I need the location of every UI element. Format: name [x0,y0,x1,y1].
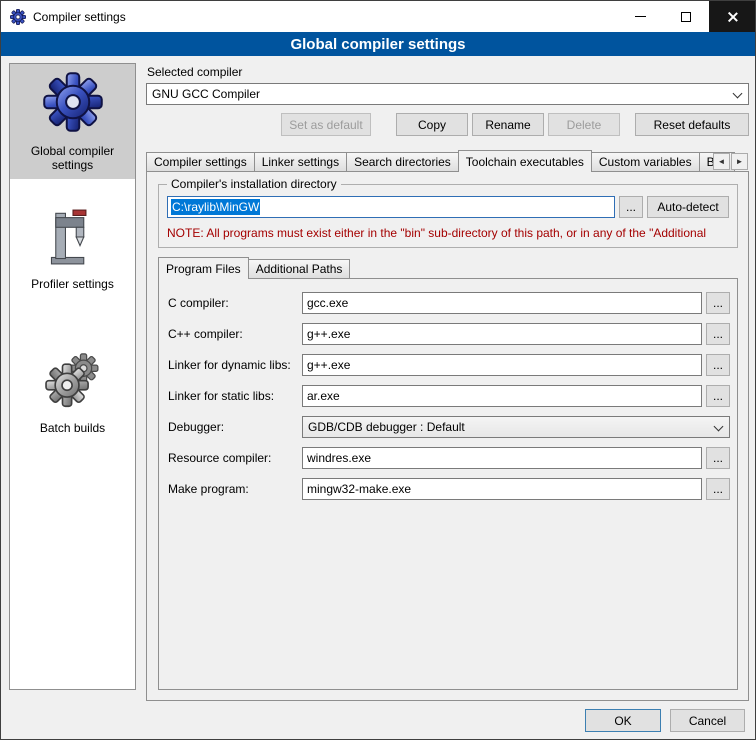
c-compiler-browse-button[interactable]: ... [706,292,730,314]
dynamic-linker-browse-button[interactable]: ... [706,354,730,376]
cpp-compiler-label: C++ compiler: [168,327,302,341]
close-icon [726,11,738,23]
compiler-tabbar: Compiler settings Linker settings Search… [146,150,749,172]
chevron-down-icon [714,422,724,432]
profiler-icon [46,209,100,265]
reset-defaults-button[interactable]: Reset defaults [635,113,749,136]
installation-directory-group: Compiler's installation directory C:\ray… [158,184,738,248]
batch-builds-icon [44,351,102,409]
minimize-icon [635,16,646,17]
sidebar-item-label: Batch builds [40,421,105,435]
cpp-compiler-browse-button[interactable]: ... [706,323,730,345]
copy-button[interactable]: Copy [396,113,468,136]
selected-compiler-value: GNU GCC Compiler [152,87,260,101]
sidebar-item-label: Profiler settings [31,277,114,291]
tab-scroll-right-button[interactable]: ► [731,153,748,170]
set-as-default-button[interactable]: Set as default [281,113,371,136]
rename-button[interactable]: Rename [472,113,544,136]
tab-search-directories[interactable]: Search directories [346,152,459,171]
debugger-label: Debugger: [168,420,302,434]
sidebar-item-batch-builds[interactable]: Batch builds [10,343,135,442]
page-title: Global compiler settings [1,32,755,56]
app-icon [10,9,26,25]
close-button[interactable] [709,1,755,32]
tab-scroll-controls: ◄ ► [712,153,748,170]
delete-button[interactable]: Delete [548,113,620,136]
sidebar-item-profiler-settings[interactable]: Profiler settings [10,201,135,298]
scroll-right-icon: ► [736,157,744,166]
window-controls [617,1,755,32]
window-title: Compiler settings [33,10,126,24]
toolchain-subtabbar: Program Files Additional Paths [158,257,350,279]
compiler-settings-window: Compiler settings Global compiler settin… [0,0,756,740]
maximize-icon [681,12,691,22]
form-row: Resource compiler: ... [168,447,730,469]
sidebar-item-label: Global compiler settings [12,144,133,172]
selected-compiler-select[interactable]: GNU GCC Compiler [146,83,749,105]
debugger-select[interactable]: GDB/CDB debugger : Default [302,416,730,438]
main-area: Selected compiler GNU GCC Compiler Set a… [146,63,749,701]
dynamic-linker-label: Linker for dynamic libs: [168,358,302,372]
installation-directory-browse-button[interactable]: ... [619,196,643,218]
ok-button[interactable]: OK [585,709,661,732]
maximize-button[interactable] [663,1,709,32]
resource-compiler-label: Resource compiler: [168,451,302,465]
chevron-down-icon [733,89,743,99]
cancel-button[interactable]: Cancel [670,709,745,732]
resource-compiler-browse-button[interactable]: ... [706,447,730,469]
sidebar-item-global-compiler-settings[interactable]: Global compiler settings [10,64,135,179]
settings-sidebar: Global compiler settings Profiler settin… [9,63,136,690]
debugger-value: GDB/CDB debugger : Default [308,420,465,434]
minimize-button[interactable] [617,1,663,32]
static-linker-browse-button[interactable]: ... [706,385,730,407]
titlebar: Compiler settings [1,1,755,32]
tab-toolchain-executables[interactable]: Toolchain executables [458,150,592,172]
resource-compiler-input[interactable] [302,447,702,469]
form-row: C compiler: ... [168,292,730,314]
auto-detect-button[interactable]: Auto-detect [647,196,729,218]
installation-directory-row: C:\raylib\MinGW ... Auto-detect [167,196,729,218]
tab-scroll-left-button[interactable]: ◄ [713,153,730,170]
installation-directory-legend: Compiler's installation directory [167,177,341,191]
tab-custom-variables[interactable]: Custom variables [591,152,700,171]
c-compiler-input[interactable] [302,292,702,314]
cpp-compiler-input[interactable] [302,323,702,345]
subtab-program-files[interactable]: Program Files [158,257,249,279]
tab-compiler-settings[interactable]: Compiler settings [146,152,255,171]
selected-compiler-label: Selected compiler [147,65,242,79]
global-compiler-gear-icon [43,72,103,132]
scroll-left-icon: ◄ [718,157,726,166]
make-program-browse-button[interactable]: ... [706,478,730,500]
toolchain-executables-panel: Compiler's installation directory C:\ray… [146,171,749,701]
subtab-additional-paths[interactable]: Additional Paths [248,259,351,278]
form-row: Debugger: GDB/CDB debugger : Default [168,416,730,438]
form-row: C++ compiler: ... [168,323,730,345]
static-linker-label: Linker for static libs: [168,389,302,403]
installation-directory-input[interactable]: C:\raylib\MinGW [167,196,615,218]
make-program-label: Make program: [168,482,302,496]
make-program-input[interactable] [302,478,702,500]
installation-directory-value: C:\raylib\MinGW [171,199,260,215]
tab-linker-settings[interactable]: Linker settings [254,152,347,171]
program-files-panel: C compiler: ... C++ compiler: ... Linker… [158,278,738,690]
dynamic-linker-input[interactable] [302,354,702,376]
static-linker-input[interactable] [302,385,702,407]
programs-note: NOTE: All programs must exist either in … [167,226,736,240]
form-row: Linker for dynamic libs: ... [168,354,730,376]
form-row: Make program: ... [168,478,730,500]
c-compiler-label: C compiler: [168,296,302,310]
form-row: Linker for static libs: ... [168,385,730,407]
